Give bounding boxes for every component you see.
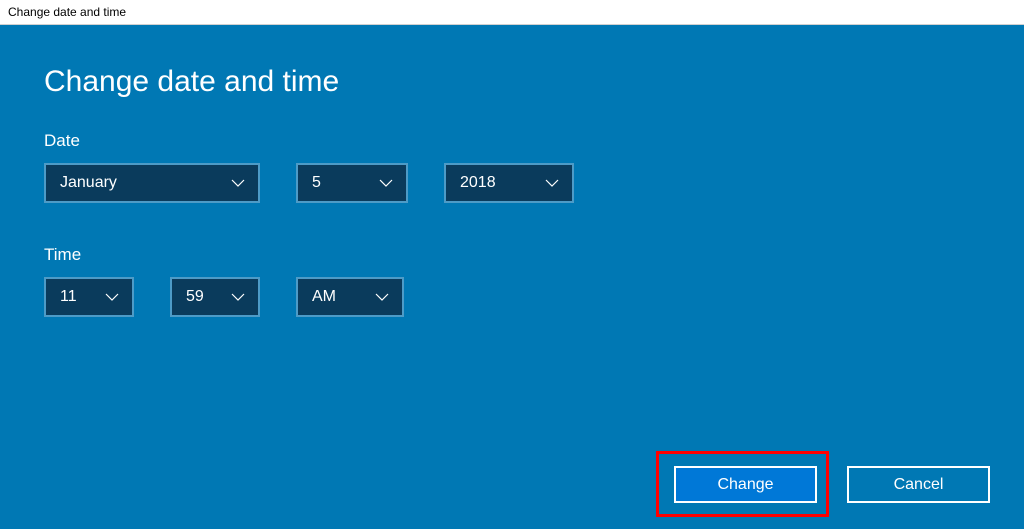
month-value: January (60, 174, 117, 192)
dialog-content: Change date and time Date January 5 2018… (0, 25, 1024, 317)
time-label: Time (44, 245, 980, 265)
date-select-row: January 5 2018 (44, 163, 980, 203)
page-heading: Change date and time (44, 65, 980, 99)
time-select-row: 11 59 AM (44, 277, 980, 317)
minute-select[interactable]: 59 (170, 277, 260, 317)
day-value: 5 (312, 174, 321, 192)
date-label: Date (44, 131, 980, 151)
ampm-select[interactable]: AM (296, 277, 404, 317)
month-select[interactable]: January (44, 163, 260, 203)
window-titlebar: Change date and time (0, 0, 1024, 25)
hour-select[interactable]: 11 (44, 277, 134, 317)
change-button[interactable]: Change (674, 466, 817, 503)
chevron-down-icon (544, 175, 560, 191)
dialog-buttons: Change Cancel (674, 466, 990, 503)
minute-value: 59 (186, 288, 204, 306)
cancel-button[interactable]: Cancel (847, 466, 990, 503)
ampm-value: AM (312, 288, 336, 306)
change-button-label: Change (717, 476, 773, 494)
hour-value: 11 (60, 288, 77, 306)
cancel-button-label: Cancel (894, 476, 944, 494)
chevron-down-icon (374, 289, 390, 305)
chevron-down-icon (230, 175, 246, 191)
year-select[interactable]: 2018 (444, 163, 574, 203)
window-title: Change date and time (8, 5, 126, 19)
day-select[interactable]: 5 (296, 163, 408, 203)
chevron-down-icon (230, 289, 246, 305)
year-value: 2018 (460, 174, 496, 192)
chevron-down-icon (104, 289, 120, 305)
chevron-down-icon (378, 175, 394, 191)
